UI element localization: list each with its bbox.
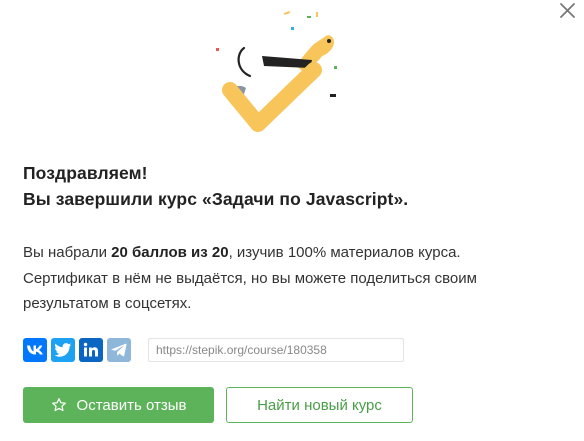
congrats-title: Поздравляем! — [23, 163, 148, 183]
score-value: 20 баллов из 20 — [111, 244, 229, 261]
share-telegram-button[interactable] — [107, 338, 131, 362]
vk-icon — [27, 345, 43, 355]
star-icon — [51, 397, 67, 413]
share-linkedin-button[interactable] — [79, 338, 103, 362]
score-line: Вы набрали 20 баллов из 20, изучив 100% … — [23, 240, 553, 266]
share-buttons — [23, 338, 135, 362]
share-twitter-button[interactable] — [51, 338, 75, 362]
result-description: Вы набрали 20 баллов из 20, изучив 100% … — [23, 240, 553, 317]
share-note: результатом в соцсетях. — [23, 295, 192, 312]
share-vk-button[interactable] — [23, 338, 47, 362]
twitter-icon — [54, 342, 72, 357]
certificate-note: Сертификат в нём не выдаётся, но вы може… — [23, 269, 477, 287]
close-button[interactable] — [556, 0, 580, 24]
leave-review-button[interactable]: Оставить отзыв — [23, 387, 214, 423]
leave-review-label: Оставить отзыв — [76, 396, 187, 414]
share-url-field[interactable] — [148, 338, 404, 362]
checkmark-dog-illustration — [200, 6, 360, 134]
score-suffix: , изучив 100% материалов курса. — [228, 244, 461, 261]
score-prefix: Вы набрали — [23, 244, 112, 261]
linkedin-icon — [83, 342, 98, 357]
telegram-icon — [111, 343, 127, 357]
completion-heading: Поздравляем! Вы завершили курс «Задачи п… — [23, 160, 408, 212]
find-new-course-label: Найти новый курс — [257, 396, 382, 414]
find-new-course-button[interactable]: Найти новый курс — [226, 387, 413, 423]
close-icon — [560, 3, 575, 18]
course-completed-title: Вы завершили курс «Задачи по Javascript»… — [23, 189, 409, 209]
